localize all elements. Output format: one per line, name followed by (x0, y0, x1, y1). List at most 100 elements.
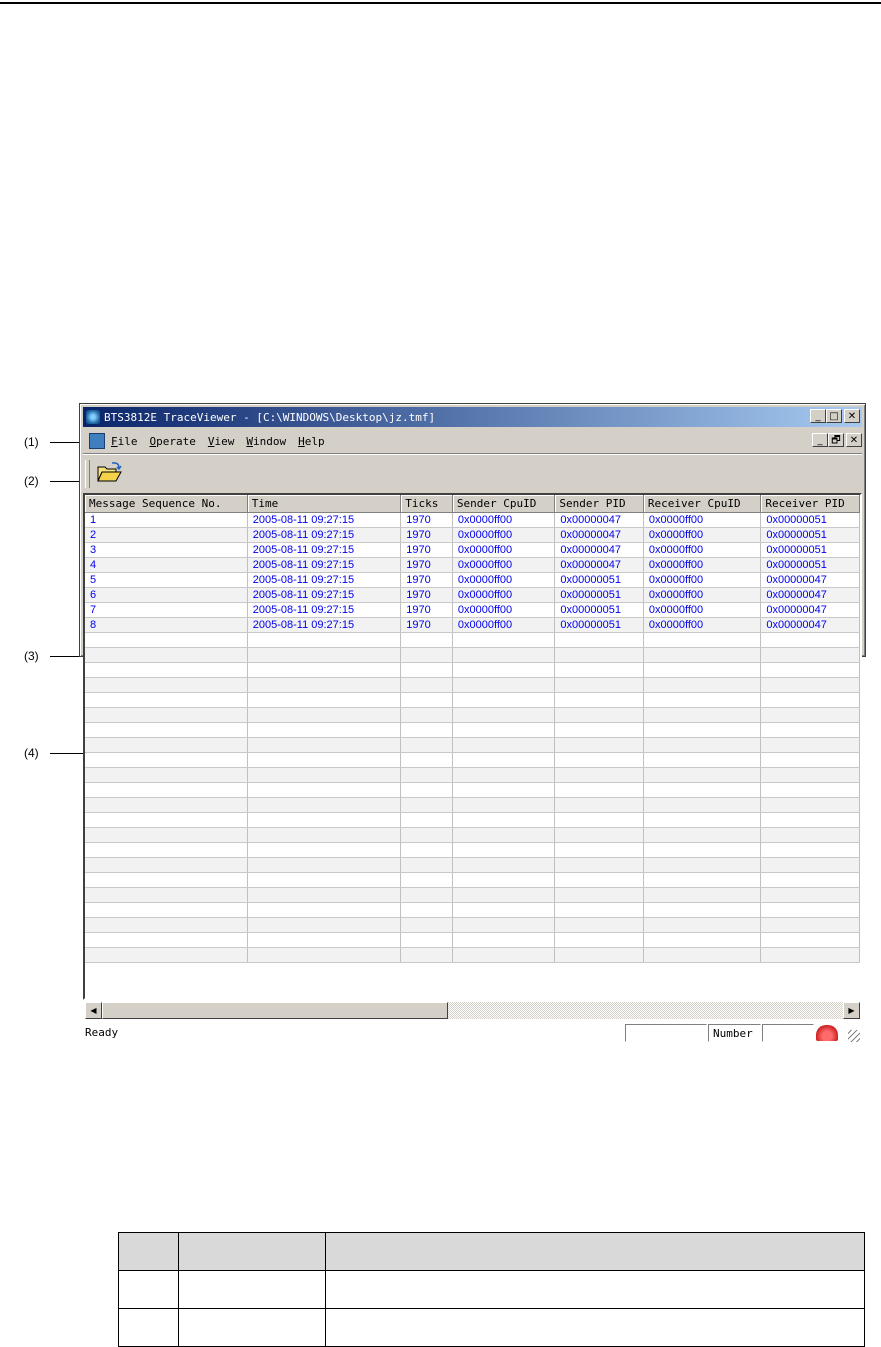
table-cell (400, 947, 453, 963)
table-cell (452, 632, 556, 648)
menu-view[interactable]: View (208, 433, 235, 450)
horizontal-scrollbar[interactable]: ◀ ▶ (85, 1002, 860, 1019)
table-cell (452, 767, 556, 783)
table-cell (452, 737, 556, 753)
title-bar[interactable]: BTS3812E TraceViewer - [C:\WINDOWS\Deskt… (83, 407, 862, 427)
table-row[interactable]: 5 2005-08-11 09:27:15 1970 0x0000ff00 0x0000… (85, 572, 860, 588)
table-cell (452, 827, 556, 843)
empty-row[interactable] (85, 932, 860, 948)
table-cell: 0x00000051 (760, 512, 860, 528)
empty-row[interactable] (85, 662, 860, 678)
table-cell (247, 917, 402, 933)
table-cell (247, 857, 402, 873)
mdi-minimize-button[interactable]: _ (812, 433, 828, 447)
empty-row[interactable] (85, 647, 860, 663)
table-cell: 0x0000ff00 (452, 527, 556, 543)
menu-window-label: indow (253, 434, 287, 448)
close-button[interactable]: ✕ (844, 409, 860, 423)
table-cell (247, 782, 402, 798)
empty-row[interactable] (85, 692, 860, 708)
column-header[interactable]: Sender CpuID (452, 495, 556, 513)
menu-window[interactable]: Window (246, 433, 286, 450)
table-cell (554, 707, 644, 723)
table-row[interactable]: 1 2005-08-11 09:27:15 1970 0x0000ff00 0x0000… (85, 512, 860, 528)
menu-help[interactable]: Help (298, 433, 325, 450)
table-cell (554, 857, 644, 873)
empty-row[interactable] (85, 902, 860, 918)
table-cell: 0x0000ff00 (643, 602, 762, 618)
column-header[interactable]: Sender PID (554, 495, 644, 513)
table-row[interactable]: 4 2005-08-11 09:27:15 1970 0x0000ff00 0x0000… (85, 557, 860, 573)
empty-row[interactable] (85, 722, 860, 738)
column-header[interactable]: Time (247, 495, 402, 513)
column-header[interactable]: Receiver PID (760, 495, 860, 513)
open-file-button[interactable] (95, 461, 123, 485)
table-row[interactable]: 3 2005-08-11 09:27:15 1970 0x0000ff00 0x0000… (85, 542, 860, 558)
table-cell (554, 812, 644, 828)
trace-grid[interactable]: Message Sequence No. Time Ticks Sender C… (83, 493, 862, 1000)
empty-row[interactable] (85, 737, 860, 753)
table-row[interactable]: 2 2005-08-11 09:27:15 1970 0x0000ff00 0x0000… (85, 527, 860, 543)
toolbar-grip[interactable] (85, 460, 90, 488)
app-icon[interactable] (86, 410, 100, 424)
table-cell (400, 737, 453, 753)
empty-row[interactable] (85, 842, 860, 858)
table-row[interactable]: 8 2005-08-11 09:27:15 1970 0x0000ff00 0x0000… (85, 617, 860, 633)
empty-row[interactable] (85, 707, 860, 723)
table-cell (400, 722, 453, 738)
menu-operate[interactable]: Operate (150, 433, 196, 450)
table-cell (247, 632, 402, 648)
table-cell (554, 737, 644, 753)
resize-grip-icon[interactable] (848, 1030, 860, 1042)
empty-row[interactable] (85, 827, 860, 843)
table-cell (400, 782, 453, 798)
app-window: BTS3812E TraceViewer - [C:\WINDOWS\Deskt… (79, 403, 866, 1042)
minimize-button[interactable]: _ (810, 409, 826, 423)
scroll-right-button[interactable]: ▶ (843, 1002, 860, 1019)
table-cell: 0x0000ff00 (643, 617, 762, 633)
table-cell: 0x0000ff00 (452, 512, 556, 528)
table-cell (643, 632, 762, 648)
table-cell: 2 (85, 527, 248, 543)
column-header[interactable]: Message Sequence No. (85, 495, 248, 513)
scroll-left-button[interactable]: ◀ (85, 1002, 102, 1019)
empty-row[interactable] (85, 887, 860, 903)
empty-row[interactable] (85, 632, 860, 648)
mdi-controls: _ 🗗 ✕ (812, 433, 862, 447)
empty-row[interactable] (85, 767, 860, 783)
table-row[interactable]: 7 2005-08-11 09:27:15 1970 0x0000ff00 0x0000… (85, 602, 860, 618)
mdi-restore-button[interactable]: 🗗 (828, 433, 844, 447)
empty-row[interactable] (85, 782, 860, 798)
table-cell (643, 737, 762, 753)
empty-row[interactable] (85, 677, 860, 693)
empty-row[interactable] (85, 947, 860, 963)
scroll-thumb[interactable] (102, 1002, 448, 1019)
table-row[interactable]: 6 2005-08-11 09:27:15 1970 0x0000ff00 0x0000… (85, 587, 860, 603)
table-cell (554, 692, 644, 708)
table-cell (643, 677, 762, 693)
menu-view-label: iew (214, 434, 235, 448)
empty-row[interactable] (85, 857, 860, 873)
table-cell (643, 902, 762, 918)
mdi-close-button[interactable]: ✕ (846, 433, 862, 447)
table-cell (85, 707, 248, 723)
table-cell (643, 707, 762, 723)
column-header[interactable]: Ticks (400, 495, 453, 513)
table-cell (400, 797, 453, 813)
table-cell: 0x00000047 (760, 587, 860, 603)
empty-row[interactable] (85, 917, 860, 933)
empty-row[interactable] (85, 812, 860, 828)
empty-row[interactable] (85, 797, 860, 813)
table-cell (554, 677, 644, 693)
empty-row[interactable] (85, 752, 860, 768)
empty-row[interactable] (85, 872, 860, 888)
menu-file[interactable]: File (111, 433, 138, 450)
table-cell (554, 782, 644, 798)
table-cell (760, 722, 860, 738)
maximize-button[interactable]: □ (826, 409, 842, 423)
column-header[interactable]: Receiver CpuID (643, 495, 762, 513)
table-cell (400, 767, 453, 783)
table-cell (760, 812, 860, 828)
document-icon[interactable] (89, 433, 105, 449)
table-cell (452, 932, 556, 948)
